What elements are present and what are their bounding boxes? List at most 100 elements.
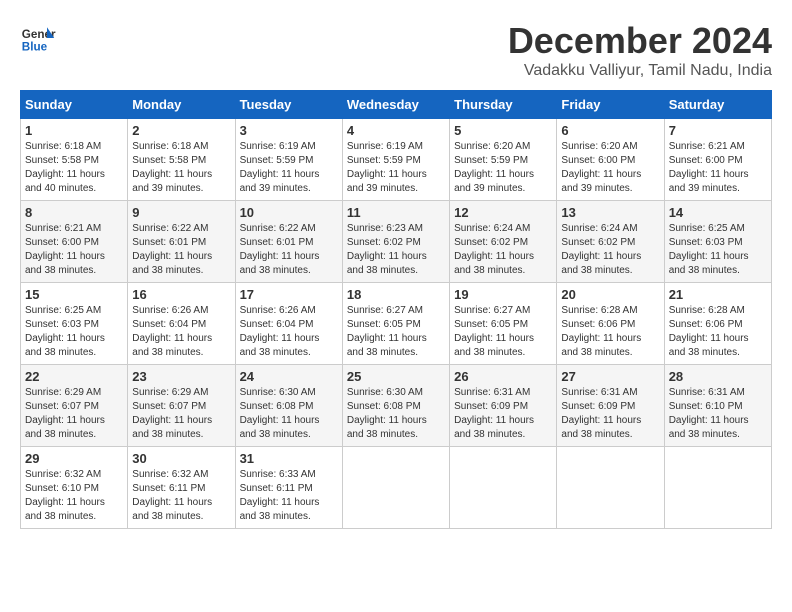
day-number: 29 [25, 451, 123, 466]
day-number: 12 [454, 205, 552, 220]
day-number: 15 [25, 287, 123, 302]
day-number: 20 [561, 287, 659, 302]
day-number: 24 [240, 369, 338, 384]
title-section: December 2024 Vadakku Valliyur, Tamil Na… [508, 20, 772, 80]
calendar-cell [450, 447, 557, 529]
calendar-cell [342, 447, 449, 529]
calendar-cell: 8 Sunrise: 6:21 AM Sunset: 6:00 PM Dayli… [21, 201, 128, 283]
day-number: 8 [25, 205, 123, 220]
calendar-cell: 16 Sunrise: 6:26 AM Sunset: 6:04 PM Dayl… [128, 283, 235, 365]
day-info: Sunrise: 6:29 AM Sunset: 6:07 PM Dayligh… [25, 386, 123, 442]
month-title: December 2024 [508, 20, 772, 62]
day-number: 11 [347, 205, 445, 220]
day-info: Sunrise: 6:24 AM Sunset: 6:02 PM Dayligh… [454, 222, 552, 278]
day-info: Sunrise: 6:33 AM Sunset: 6:11 PM Dayligh… [240, 468, 338, 524]
calendar-cell: 27 Sunrise: 6:31 AM Sunset: 6:09 PM Dayl… [557, 365, 664, 447]
calendar-cell: 10 Sunrise: 6:22 AM Sunset: 6:01 PM Dayl… [235, 201, 342, 283]
day-info: Sunrise: 6:28 AM Sunset: 6:06 PM Dayligh… [669, 304, 767, 360]
day-number: 25 [347, 369, 445, 384]
day-number: 3 [240, 123, 338, 138]
calendar-week-row: 8 Sunrise: 6:21 AM Sunset: 6:00 PM Dayli… [21, 201, 772, 283]
calendar-cell: 11 Sunrise: 6:23 AM Sunset: 6:02 PM Dayl… [342, 201, 449, 283]
calendar-cell: 18 Sunrise: 6:27 AM Sunset: 6:05 PM Dayl… [342, 283, 449, 365]
day-info: Sunrise: 6:25 AM Sunset: 6:03 PM Dayligh… [669, 222, 767, 278]
day-info: Sunrise: 6:32 AM Sunset: 6:11 PM Dayligh… [132, 468, 230, 524]
calendar-cell: 4 Sunrise: 6:19 AM Sunset: 5:59 PM Dayli… [342, 119, 449, 201]
calendar-cell: 3 Sunrise: 6:19 AM Sunset: 5:59 PM Dayli… [235, 119, 342, 201]
calendar-cell [557, 447, 664, 529]
calendar-cell: 7 Sunrise: 6:21 AM Sunset: 6:00 PM Dayli… [664, 119, 771, 201]
calendar-cell: 23 Sunrise: 6:29 AM Sunset: 6:07 PM Dayl… [128, 365, 235, 447]
day-number: 16 [132, 287, 230, 302]
day-info: Sunrise: 6:21 AM Sunset: 6:00 PM Dayligh… [25, 222, 123, 278]
weekday-header-cell: Wednesday [342, 91, 449, 119]
calendar-cell: 17 Sunrise: 6:26 AM Sunset: 6:04 PM Dayl… [235, 283, 342, 365]
calendar-week-row: 1 Sunrise: 6:18 AM Sunset: 5:58 PM Dayli… [21, 119, 772, 201]
day-info: Sunrise: 6:19 AM Sunset: 5:59 PM Dayligh… [240, 140, 338, 196]
day-number: 9 [132, 205, 230, 220]
day-number: 17 [240, 287, 338, 302]
weekday-header-cell: Monday [128, 91, 235, 119]
calendar-week-row: 29 Sunrise: 6:32 AM Sunset: 6:10 PM Dayl… [21, 447, 772, 529]
day-number: 30 [132, 451, 230, 466]
day-number: 6 [561, 123, 659, 138]
day-info: Sunrise: 6:30 AM Sunset: 6:08 PM Dayligh… [347, 386, 445, 442]
calendar-cell: 6 Sunrise: 6:20 AM Sunset: 6:00 PM Dayli… [557, 119, 664, 201]
day-info: Sunrise: 6:22 AM Sunset: 6:01 PM Dayligh… [240, 222, 338, 278]
day-number: 21 [669, 287, 767, 302]
calendar-cell: 24 Sunrise: 6:30 AM Sunset: 6:08 PM Dayl… [235, 365, 342, 447]
day-number: 14 [669, 205, 767, 220]
calendar-cell: 13 Sunrise: 6:24 AM Sunset: 6:02 PM Dayl… [557, 201, 664, 283]
day-info: Sunrise: 6:18 AM Sunset: 5:58 PM Dayligh… [132, 140, 230, 196]
calendar-cell: 31 Sunrise: 6:33 AM Sunset: 6:11 PM Dayl… [235, 447, 342, 529]
calendar-cell: 1 Sunrise: 6:18 AM Sunset: 5:58 PM Dayli… [21, 119, 128, 201]
day-info: Sunrise: 6:23 AM Sunset: 6:02 PM Dayligh… [347, 222, 445, 278]
day-number: 10 [240, 205, 338, 220]
header: General Blue December 2024 Vadakku Valli… [20, 20, 772, 80]
day-number: 1 [25, 123, 123, 138]
day-number: 5 [454, 123, 552, 138]
calendar-cell: 29 Sunrise: 6:32 AM Sunset: 6:10 PM Dayl… [21, 447, 128, 529]
day-number: 23 [132, 369, 230, 384]
day-info: Sunrise: 6:25 AM Sunset: 6:03 PM Dayligh… [25, 304, 123, 360]
calendar-week-row: 15 Sunrise: 6:25 AM Sunset: 6:03 PM Dayl… [21, 283, 772, 365]
day-info: Sunrise: 6:27 AM Sunset: 6:05 PM Dayligh… [454, 304, 552, 360]
day-number: 27 [561, 369, 659, 384]
calendar-cell: 22 Sunrise: 6:29 AM Sunset: 6:07 PM Dayl… [21, 365, 128, 447]
calendar-cell: 19 Sunrise: 6:27 AM Sunset: 6:05 PM Dayl… [450, 283, 557, 365]
day-info: Sunrise: 6:22 AM Sunset: 6:01 PM Dayligh… [132, 222, 230, 278]
day-info: Sunrise: 6:31 AM Sunset: 6:10 PM Dayligh… [669, 386, 767, 442]
weekday-header-row: SundayMondayTuesdayWednesdayThursdayFrid… [21, 91, 772, 119]
calendar-cell: 26 Sunrise: 6:31 AM Sunset: 6:09 PM Dayl… [450, 365, 557, 447]
day-number: 13 [561, 205, 659, 220]
day-info: Sunrise: 6:27 AM Sunset: 6:05 PM Dayligh… [347, 304, 445, 360]
weekday-header-cell: Saturday [664, 91, 771, 119]
day-info: Sunrise: 6:24 AM Sunset: 6:02 PM Dayligh… [561, 222, 659, 278]
calendar-cell: 20 Sunrise: 6:28 AM Sunset: 6:06 PM Dayl… [557, 283, 664, 365]
day-info: Sunrise: 6:30 AM Sunset: 6:08 PM Dayligh… [240, 386, 338, 442]
weekday-header-cell: Friday [557, 91, 664, 119]
day-info: Sunrise: 6:20 AM Sunset: 6:00 PM Dayligh… [561, 140, 659, 196]
day-number: 19 [454, 287, 552, 302]
calendar-cell: 25 Sunrise: 6:30 AM Sunset: 6:08 PM Dayl… [342, 365, 449, 447]
calendar-week-row: 22 Sunrise: 6:29 AM Sunset: 6:07 PM Dayl… [21, 365, 772, 447]
day-number: 31 [240, 451, 338, 466]
day-info: Sunrise: 6:26 AM Sunset: 6:04 PM Dayligh… [240, 304, 338, 360]
calendar-cell: 2 Sunrise: 6:18 AM Sunset: 5:58 PM Dayli… [128, 119, 235, 201]
calendar-cell: 9 Sunrise: 6:22 AM Sunset: 6:01 PM Dayli… [128, 201, 235, 283]
day-info: Sunrise: 6:31 AM Sunset: 6:09 PM Dayligh… [561, 386, 659, 442]
day-number: 7 [669, 123, 767, 138]
calendar-cell: 28 Sunrise: 6:31 AM Sunset: 6:10 PM Dayl… [664, 365, 771, 447]
calendar-cell: 21 Sunrise: 6:28 AM Sunset: 6:06 PM Dayl… [664, 283, 771, 365]
svg-text:Blue: Blue [22, 41, 48, 54]
day-info: Sunrise: 6:26 AM Sunset: 6:04 PM Dayligh… [132, 304, 230, 360]
day-info: Sunrise: 6:21 AM Sunset: 6:00 PM Dayligh… [669, 140, 767, 196]
weekday-header-cell: Sunday [21, 91, 128, 119]
calendar-cell: 30 Sunrise: 6:32 AM Sunset: 6:11 PM Dayl… [128, 447, 235, 529]
weekday-header-cell: Tuesday [235, 91, 342, 119]
calendar: SundayMondayTuesdayWednesdayThursdayFrid… [20, 90, 772, 529]
logo-icon: General Blue [20, 20, 56, 56]
day-info: Sunrise: 6:20 AM Sunset: 5:59 PM Dayligh… [454, 140, 552, 196]
calendar-cell: 12 Sunrise: 6:24 AM Sunset: 6:02 PM Dayl… [450, 201, 557, 283]
day-info: Sunrise: 6:28 AM Sunset: 6:06 PM Dayligh… [561, 304, 659, 360]
